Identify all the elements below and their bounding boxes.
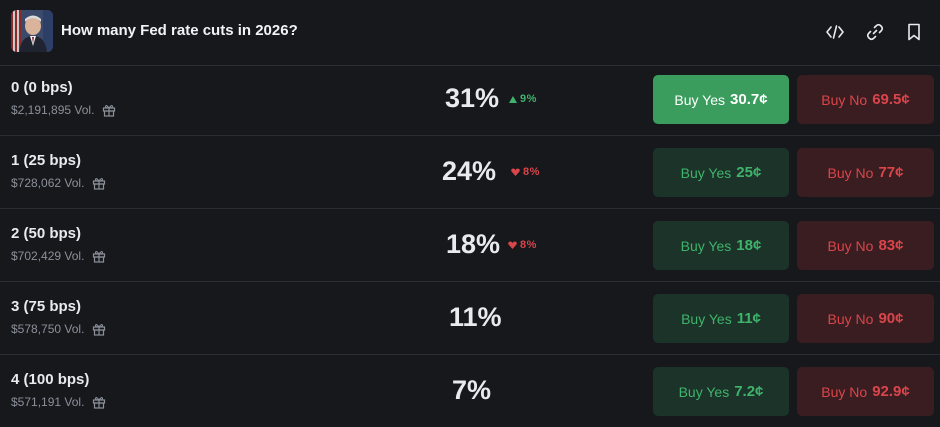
change-value: 8% — [523, 166, 540, 178]
buy-yes-label: Buy Yes — [674, 91, 726, 108]
outcome-volume: $2,191,895 Vol. — [11, 103, 116, 117]
buy-no-label: Buy No — [821, 383, 868, 400]
outcome-name: 3 (75 bps) — [11, 298, 82, 315]
outcome-name: 1 (25 bps) — [11, 152, 82, 169]
outcome-volume: $728,062 Vol. — [11, 176, 106, 190]
outcome-row-1: 1 (25 bps) $728,062 Vol. 24% 8% Buy Yes … — [0, 136, 940, 209]
buy-no-label: Buy No — [827, 164, 874, 181]
outcome-name: 4 (100 bps) — [11, 371, 90, 388]
volume-text: $702,429 Vol. — [11, 249, 85, 263]
buy-no-label: Buy No — [821, 91, 868, 108]
buy-no-button[interactable]: Buy No 90¢ — [797, 294, 934, 343]
probability-change: 8% — [508, 239, 537, 251]
outcome-probability: 18% — [446, 229, 501, 259]
buy-yes-button[interactable]: Buy Yes 30.7¢ — [653, 75, 789, 124]
heart-down-icon — [511, 168, 520, 176]
buy-no-button[interactable]: Buy No 83¢ — [797, 221, 934, 270]
volume-text: $571,191 Vol. — [11, 395, 85, 409]
buy-yes-label: Buy Yes — [680, 164, 732, 181]
gift-icon[interactable] — [92, 249, 106, 263]
link-icon[interactable] — [864, 21, 886, 43]
buy-no-label: Buy No — [827, 310, 874, 327]
buy-no-price: 92.9¢ — [872, 383, 910, 400]
triangle-up-icon — [509, 95, 517, 103]
buy-no-button[interactable]: Buy No 92.9¢ — [797, 367, 934, 416]
market-header: How many Fed rate cuts in 2026? — [0, 0, 940, 66]
outcome-volume: $571,191 Vol. — [11, 395, 106, 409]
buy-yes-button[interactable]: Buy Yes 18¢ — [653, 221, 789, 270]
volume-text: $2,191,895 Vol. — [11, 103, 95, 117]
probability-change: 9% — [509, 93, 537, 105]
buy-yes-price: 25¢ — [736, 164, 762, 181]
market-title: How many Fed rate cuts in 2026? — [61, 22, 298, 39]
outcome-row-2: 2 (50 bps) $702,429 Vol. 18% 8% Buy Yes … — [0, 209, 940, 282]
buy-yes-label: Buy Yes — [678, 383, 730, 400]
buy-yes-price: 7.2¢ — [734, 383, 764, 400]
outcome-row-0: 0 (0 bps) $2,191,895 Vol. 31% 9% Buy Yes… — [0, 63, 940, 136]
gift-icon[interactable] — [92, 322, 106, 336]
bookmark-icon[interactable] — [903, 21, 925, 43]
buy-yes-button[interactable]: Buy Yes 25¢ — [653, 148, 789, 197]
buy-yes-label: Buy Yes — [680, 237, 732, 254]
change-value: 9% — [520, 93, 537, 105]
probability-change: 8% — [511, 166, 540, 178]
volume-text: $728,062 Vol. — [11, 176, 85, 190]
code-icon[interactable] — [824, 21, 846, 43]
buy-no-button[interactable]: Buy No 69.5¢ — [797, 75, 934, 124]
outcome-probability: 11% — [449, 302, 502, 332]
buy-no-price: 83¢ — [878, 237, 904, 254]
buy-no-button[interactable]: Buy No 77¢ — [797, 148, 934, 197]
buy-yes-label: Buy Yes — [681, 310, 732, 327]
outcome-row-4: 4 (100 bps) $571,191 Vol. 7% Buy Yes 7.2… — [0, 355, 940, 427]
outcome-probability: 7% — [452, 375, 492, 405]
outcome-row-3: 3 (75 bps) $578,750 Vol. 11% Buy Yes 11¢… — [0, 282, 940, 355]
gift-icon[interactable] — [102, 103, 116, 117]
buy-no-price: 77¢ — [878, 164, 904, 181]
change-value: 8% — [520, 239, 537, 251]
buy-yes-button[interactable]: Buy Yes 7.2¢ — [653, 367, 789, 416]
volume-text: $578,750 Vol. — [11, 322, 85, 336]
buy-no-price: 90¢ — [878, 310, 904, 327]
outcome-name: 0 (0 bps) — [11, 79, 73, 96]
avatar-image — [11, 10, 53, 52]
buy-yes-price: 11¢ — [736, 310, 761, 327]
gift-icon[interactable] — [92, 176, 106, 190]
buy-yes-button[interactable]: Buy Yes 11¢ — [653, 294, 789, 343]
outcome-probability: 24% — [442, 156, 497, 186]
buy-no-price: 69.5¢ — [872, 91, 910, 108]
gift-icon[interactable] — [92, 395, 106, 409]
market-card: How many Fed rate cuts in 2026? 0 (0 bps… — [0, 0, 940, 427]
outcome-volume: $702,429 Vol. — [11, 249, 106, 263]
outcome-name: 2 (50 bps) — [11, 225, 82, 242]
market-avatar — [11, 10, 53, 52]
outcome-probability: 31% — [445, 83, 500, 113]
buy-no-label: Buy No — [827, 237, 874, 254]
buy-yes-price: 30.7¢ — [730, 91, 768, 108]
heart-down-icon — [508, 241, 517, 249]
outcome-volume: $578,750 Vol. — [11, 322, 106, 336]
buy-yes-price: 18¢ — [736, 237, 762, 254]
